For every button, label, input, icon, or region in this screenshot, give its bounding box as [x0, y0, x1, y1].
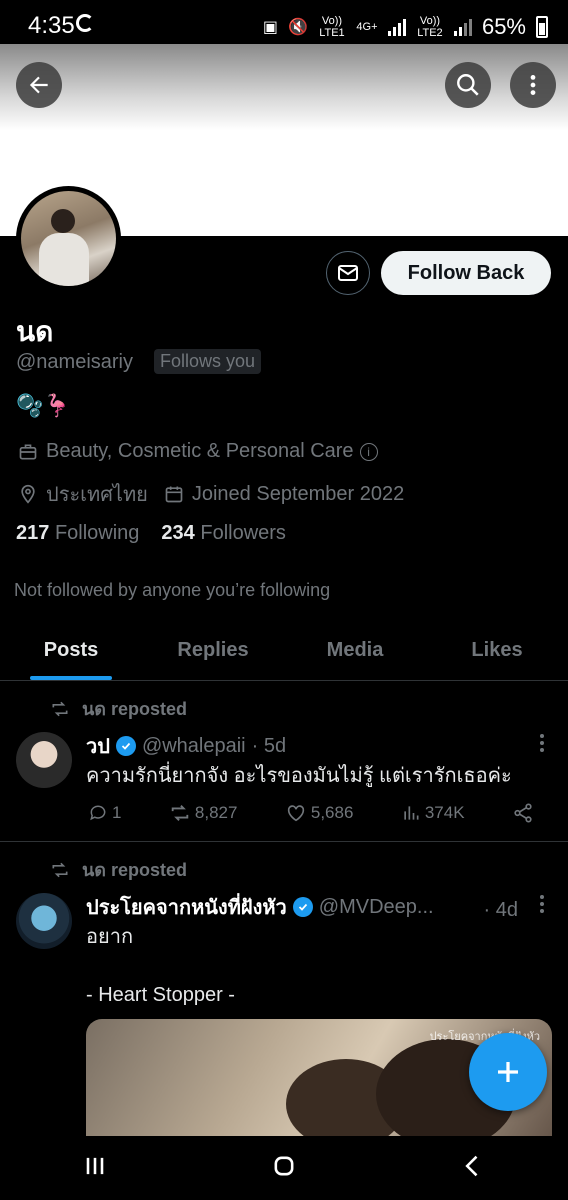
chevron-left-icon [465, 1155, 478, 1176]
post-author-avatar[interactable] [16, 893, 72, 949]
plus-icon [498, 1062, 518, 1082]
follows-you-badge: Follows you [154, 349, 262, 374]
profile-tabs: Posts Replies Media Likes [0, 620, 568, 681]
repost-icon [171, 805, 189, 821]
post-time: · 4d [483, 899, 518, 921]
tab-posts[interactable]: Posts [0, 620, 142, 680]
profile-location-row: ประเทศไทย Joined September 2022 [18, 478, 404, 510]
profile-category: Beauty, Cosmetic & Personal Care [46, 440, 354, 462]
repost-label: นด reposted [82, 699, 188, 719]
system-back-button[interactable] [459, 1152, 487, 1185]
location-pin-icon [18, 484, 38, 504]
not-followed-note: Not followed by anyone you’re following [14, 580, 331, 600]
views-chart-icon [404, 806, 419, 820]
post-author-name[interactable]: ประโยคจากหนังที่ฝังหัว [86, 891, 287, 923]
battery-percent: 65% [481, 14, 526, 39]
back-button[interactable] [16, 62, 62, 108]
share-button[interactable] [512, 802, 534, 824]
tab-likes[interactable]: Likes [426, 620, 568, 680]
repost-indicator: นด reposted [50, 855, 187, 884]
follow-back-button[interactable]: Follow Back [381, 251, 551, 295]
compose-post-button[interactable] [469, 1033, 547, 1111]
post-time: · 5d [251, 734, 287, 757]
battery-icon [536, 16, 548, 38]
verified-badge-icon [292, 897, 313, 917]
profile-joined: Joined September 2022 [191, 482, 405, 505]
reply-count: 1 [112, 803, 122, 822]
arrow-left-icon [29, 76, 48, 94]
envelope-icon [338, 265, 358, 281]
more-options-button[interactable] [510, 62, 556, 108]
status-icons: ▣ 🔇 Vo)) LTE1 4G+ Vo)) LTE2 65% [263, 14, 548, 40]
post-item[interactable]: นด reposted วป @whalepaii · 5d ความรักนี… [0, 682, 568, 842]
following-count: 217 [16, 522, 50, 544]
heart-icon [287, 805, 305, 822]
calendar-icon [164, 484, 184, 504]
post-author-handle: @whalepaii [141, 734, 246, 757]
profile-handle: @nameisariy [16, 351, 134, 373]
following-label: Following [54, 522, 140, 544]
network-4g: 4G+ [356, 21, 378, 33]
reply-icon [90, 805, 106, 821]
post-header: ประโยคจากหนังที่ฝังหัว @MVDeep... [86, 891, 434, 923]
followers-count: 234 [161, 522, 195, 544]
share-icon [514, 803, 532, 823]
tab-replies[interactable]: Replies [142, 620, 284, 680]
status-time: 4:35 [28, 12, 75, 39]
repost-indicator: นด reposted [50, 694, 187, 723]
repost-count: 8,827 [194, 803, 238, 822]
post-text: ความรักนี่ยากจัง อะไรของมันไม่รู้ แต่เรา… [86, 765, 512, 787]
followers-link[interactable]: 234 Followers [161, 522, 286, 545]
post-author-avatar[interactable] [16, 732, 72, 788]
post-author-handle: @MVDeep... [318, 895, 434, 918]
repost-icon [52, 862, 68, 877]
repost-label: นด reposted [82, 860, 188, 880]
following-link[interactable]: 217 Following [16, 522, 139, 545]
post-more-icon[interactable] [540, 734, 544, 752]
views-count: 374K [424, 803, 465, 822]
post-author-name[interactable]: วป [86, 730, 110, 762]
network-lte2: Vo)) LTE2 [417, 15, 443, 39]
followers-label: Followers [200, 522, 286, 544]
avatar-image [21, 191, 116, 286]
views-button[interactable]: 374K [401, 802, 465, 824]
signal-icon-2 [453, 18, 472, 36]
info-icon[interactable]: i [359, 442, 378, 461]
profile-avatar[interactable] [16, 186, 121, 291]
home-icon [274, 1156, 294, 1175]
like-button[interactable]: 5,686 [285, 802, 354, 824]
post-text: อยาก - Heart Stopper - [86, 926, 235, 1006]
message-button[interactable] [326, 251, 370, 295]
repost-button[interactable]: 8,827 [169, 802, 238, 824]
profile-category-row: Beauty, Cosmetic & Personal Care i [18, 440, 378, 463]
repost-icon [52, 701, 68, 716]
network-lte1: Vo)) LTE1 [319, 15, 345, 39]
recent-apps-button[interactable] [81, 1152, 109, 1185]
post-actions: 1 8,827 5,686 374K [88, 802, 534, 824]
search-icon [457, 74, 479, 96]
signal-icon [387, 18, 406, 36]
post-header: วป @whalepaii · 5d [86, 730, 286, 762]
sync-icon [76, 14, 94, 32]
profile-bio: 🫧🦩 [16, 393, 71, 418]
more-vertical-icon [530, 75, 536, 95]
follow-stats: 217 Following 234 Followers [16, 522, 286, 545]
reply-button[interactable]: 1 [88, 802, 121, 824]
tab-media[interactable]: Media [284, 620, 426, 680]
system-navigation-bar [0, 1136, 568, 1200]
profile-name: นด [16, 316, 54, 347]
mute-icon: 🔇 [288, 19, 308, 36]
like-count: 5,686 [310, 803, 354, 822]
notification-icon: ▣ [262, 19, 279, 36]
post-more-icon[interactable] [540, 895, 544, 913]
verified-badge-icon [115, 736, 136, 756]
recent-apps-icon [86, 1157, 103, 1174]
briefcase-icon [18, 442, 38, 462]
home-button[interactable] [270, 1152, 298, 1185]
profile-location: ประเทศไทย [46, 484, 148, 506]
search-button[interactable] [445, 62, 491, 108]
